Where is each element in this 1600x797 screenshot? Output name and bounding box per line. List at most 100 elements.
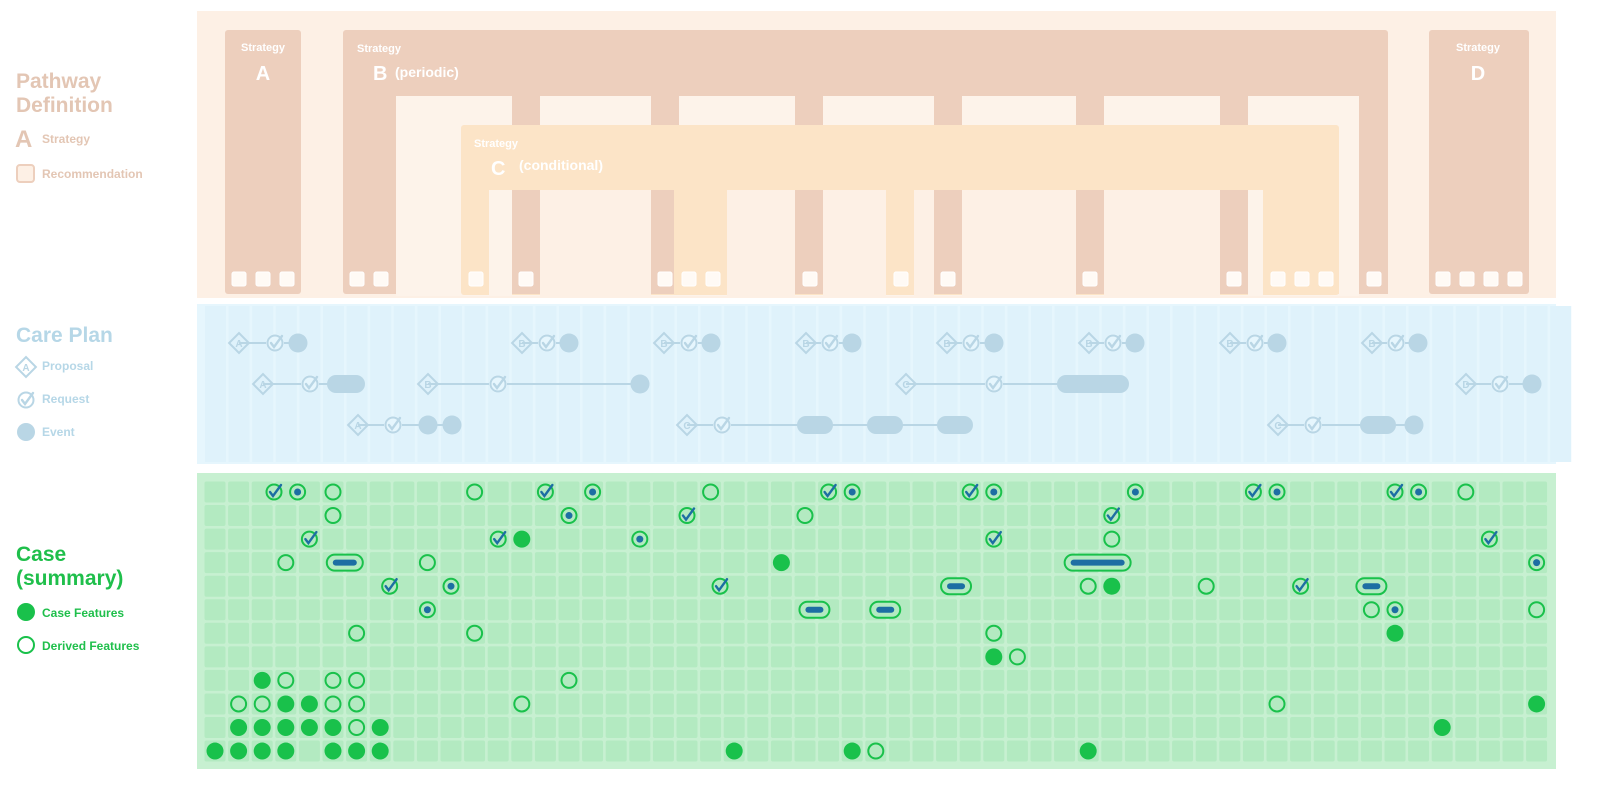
case-grid-cell <box>1313 528 1335 550</box>
case-grid-cell <box>440 599 462 621</box>
case-grid-cell <box>1313 575 1335 597</box>
case-grid-cell <box>1054 481 1076 503</box>
case-feature-icon <box>1103 577 1121 595</box>
case-grid-cell <box>605 528 627 550</box>
proposal-letter: B <box>660 339 667 350</box>
case-grid-cell <box>1054 669 1076 691</box>
event-icon <box>1522 374 1542 394</box>
case-grid-cell <box>1219 646 1241 668</box>
case-feature-icon <box>253 671 271 689</box>
case-grid-cell <box>534 599 556 621</box>
case-grid-cell <box>487 481 509 503</box>
case-grid-cell <box>1148 599 1170 621</box>
strategy-b-letter: B <box>373 63 387 85</box>
case-grid-cell <box>1077 528 1099 550</box>
case-grid-cell <box>1526 717 1548 738</box>
case-grid-cell <box>322 622 344 644</box>
case-grid-cell <box>440 552 462 574</box>
case-grid-cell <box>676 717 698 738</box>
strategy-c-gap <box>727 190 795 296</box>
strategy-a-word: Strategy <box>241 42 286 54</box>
case-grid-cell <box>346 528 368 550</box>
case-grid-cell <box>1384 505 1406 526</box>
case-grid-cell <box>1148 528 1170 550</box>
case-grid-cell <box>298 646 320 668</box>
case-grid-cell <box>912 646 934 668</box>
recommendation-square <box>1483 271 1499 287</box>
case-grid-cell <box>1478 669 1500 691</box>
case-grid-cell <box>1478 622 1500 644</box>
case-grid-cell <box>770 505 792 526</box>
derived-feature-icon <box>324 483 342 501</box>
case-grid-cell <box>1030 740 1052 762</box>
case-grid-cell <box>1313 481 1335 503</box>
case-grid-cell <box>1219 552 1241 574</box>
case-grid-cell <box>1172 528 1194 550</box>
case-grid-cell <box>346 646 368 668</box>
case-grid-cell <box>416 740 438 762</box>
derived-feature-icon <box>796 507 814 525</box>
care-plan-grid-stripe <box>1149 306 1170 462</box>
case-grid-cell <box>582 622 604 644</box>
derived-interval-bar <box>332 559 357 566</box>
strategy-c-suffix: (conditional) <box>519 157 603 173</box>
case-grid-cell <box>770 669 792 691</box>
case-grid-cell <box>416 693 438 715</box>
case-grid-cell <box>936 740 958 762</box>
case-grid-cell <box>1124 575 1146 597</box>
recommendation-icon <box>16 164 35 183</box>
derived-feature-icon <box>348 695 366 713</box>
case-grid-cell <box>1077 693 1099 715</box>
case-grid-cell <box>251 646 273 668</box>
care-plan-title: Care Plan <box>16 324 113 347</box>
case-grid-cell <box>440 528 462 550</box>
case-grid-cell <box>534 528 556 550</box>
case-feature-icon <box>725 742 743 760</box>
case-grid-cell <box>1408 717 1430 738</box>
case-grid-cell <box>723 599 745 621</box>
case-grid-cell <box>1242 528 1264 550</box>
case-grid-cell <box>652 646 674 668</box>
case-title-line1: Case <box>16 543 67 566</box>
case-grid-cell <box>1502 505 1524 526</box>
case-grid-cell <box>416 505 438 526</box>
case-grid-cell <box>1124 646 1146 668</box>
case-grid-cell <box>1124 740 1146 762</box>
recommendation-square <box>255 271 271 287</box>
care-plan-grid-stripe <box>724 306 746 462</box>
case-grid-cell <box>747 481 769 503</box>
recommendation-square <box>231 271 247 287</box>
case-grid-cell <box>605 669 627 691</box>
case-grid-cell <box>369 481 391 503</box>
case-grid-cell <box>1124 505 1146 526</box>
care-plan-grid-stripe <box>1337 306 1359 462</box>
case-grid-cell <box>818 552 840 574</box>
case-grid-cell <box>652 622 674 644</box>
case-grid-cell <box>1313 646 1335 668</box>
case-grid-cell <box>841 552 863 574</box>
case-grid-cell <box>1054 740 1076 762</box>
case-grid-cell <box>369 528 391 550</box>
recommendation-square <box>1435 271 1451 287</box>
case-grid-cell <box>629 481 651 503</box>
case-grid-cell <box>959 622 981 644</box>
strategy-c-gap <box>1248 190 1263 296</box>
derived-interval-bar <box>1070 559 1125 566</box>
case-grid-cell <box>1502 575 1524 597</box>
case-grid-cell <box>1502 669 1524 691</box>
case-grid-cell <box>346 599 368 621</box>
case-grid-cell <box>1408 505 1430 526</box>
proposal-letter: B <box>1368 339 1375 350</box>
case-grid-cell <box>1054 575 1076 597</box>
pathway-title-line1: Pathway <box>16 70 102 93</box>
case-grid-cell <box>298 740 320 762</box>
case-grid-cell <box>652 599 674 621</box>
case-grid-cell <box>936 646 958 668</box>
case-grid-cell <box>747 646 769 668</box>
recommendation-square <box>373 271 389 287</box>
derived-interval-bar <box>876 606 895 613</box>
case-grid-cell <box>487 717 509 738</box>
case-grid-cell <box>1054 528 1076 550</box>
derived-feature-icon <box>277 671 295 689</box>
case-grid-cell <box>1242 552 1264 574</box>
